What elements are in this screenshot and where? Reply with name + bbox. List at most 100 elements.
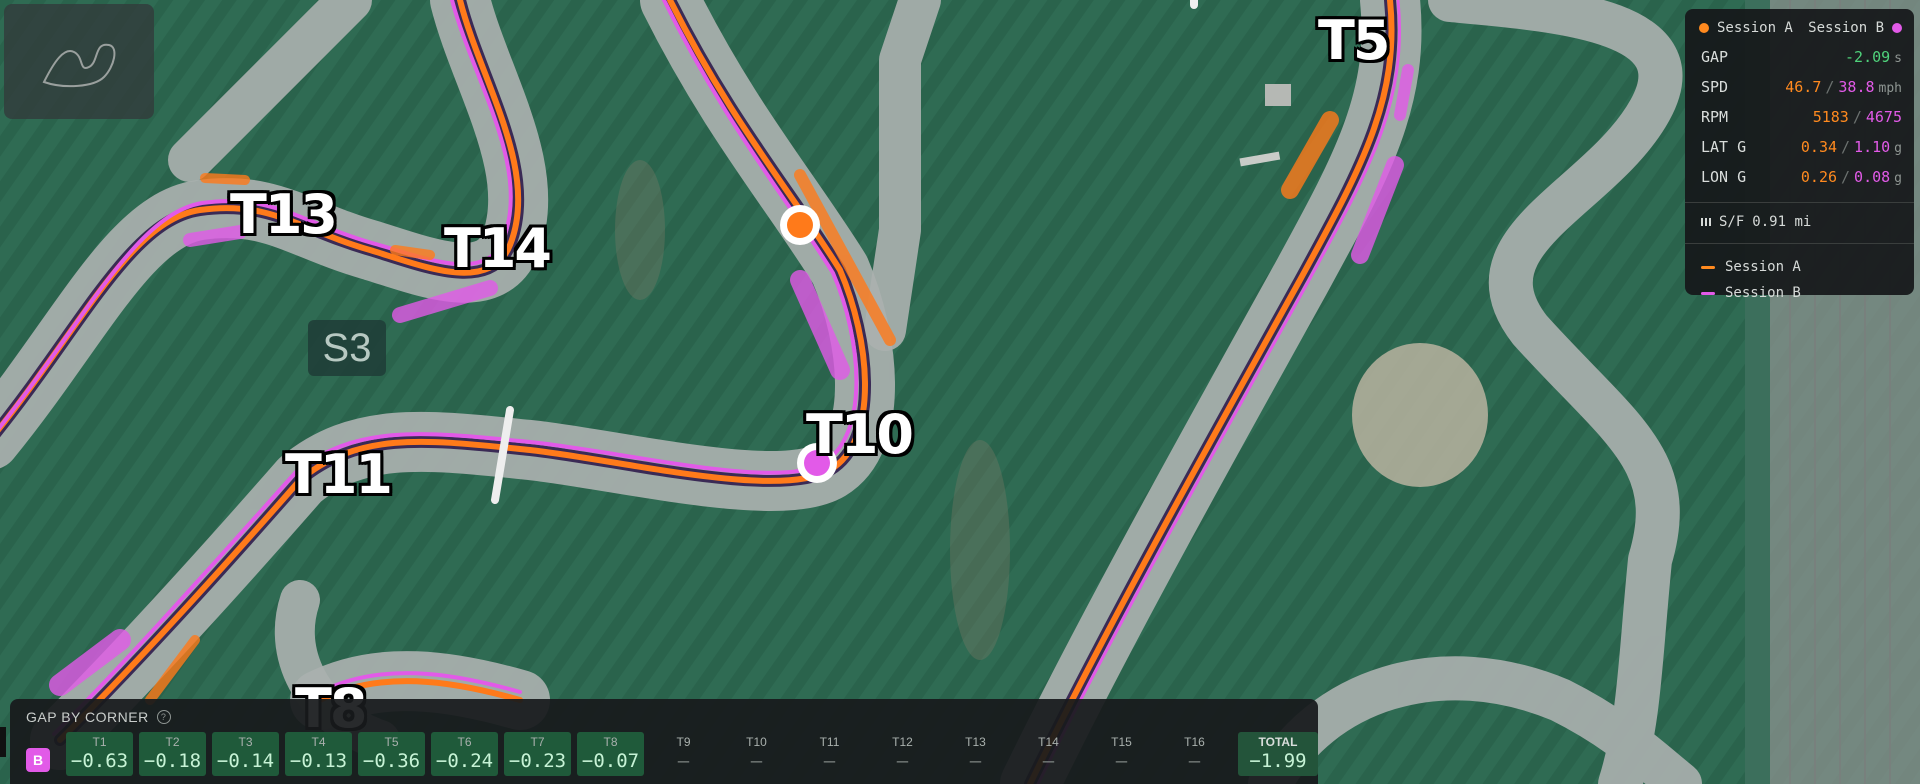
corner-cell-t7[interactable]: T7 −0.23 [504,732,571,776]
corner-gap-value: — [969,750,982,772]
telemetry-key: LON G [1701,168,1747,186]
gap-unit: s [1894,51,1902,66]
value-separator: / [1841,138,1851,156]
start-finish-marker [1190,0,1198,9]
corner-cell-t15[interactable]: T15— [1088,732,1155,776]
session-a-label: Session A [1717,20,1793,36]
corner-name: T4 [311,735,326,749]
corner-cell-t8[interactable]: T8 −0.07 [577,732,644,776]
turn-label-t10: T10 [806,403,914,466]
corner-gap-value: −0.14 [216,750,275,772]
session-b-badge[interactable]: B [26,748,50,772]
lon-g-unit: g [1894,171,1902,186]
corner-gap-value: −0.24 [435,750,494,772]
corner-name: T5 [384,735,399,749]
gap-value: -2.09 [1845,48,1891,66]
corner-name: T14 [1038,735,1059,749]
lon-g-b-value: 0.08 [1854,168,1891,186]
rpm-a-value: 5183 [1812,108,1849,126]
corner-cell-t5[interactable]: T5 −0.36 [358,732,425,776]
corner-name: T1 [92,735,107,749]
telemetry-row-lat-g: LAT G 0.34 / 1.10 g [1701,138,1902,168]
telemetry-row-gap: GAP -2.09 s [1701,48,1902,78]
sf-label: S/F [1719,214,1745,230]
corner-gap-value: — [1188,750,1201,772]
session-a-marker [780,205,820,245]
corner-cell-t10[interactable]: T10— [723,732,790,776]
corner-gap-value: — [677,750,690,772]
corner-name: T9 [676,735,691,749]
corner-name: T6 [457,735,472,749]
corner-name: T8 [603,735,618,749]
value-separator: / [1852,108,1862,126]
session-b-swatch-icon [1701,291,1715,295]
corner-cell-t2[interactable]: T2 −0.18 [139,732,206,776]
track-outline-icon [42,43,116,87]
collapsed-panel-handle[interactable] [0,727,6,757]
help-icon[interactable]: ? [156,710,171,724]
speed-b-value: 38.8 [1838,78,1875,96]
session-b-label: Session B [1808,20,1884,36]
corner-cell-t3[interactable]: T3 −0.14 [212,732,279,776]
start-finish-icon [1701,218,1711,226]
telemetry-row-speed: SPD 46.7 / 38.8 mph [1701,78,1902,108]
corner-gap-value: −0.36 [362,750,421,772]
corner-gap-value: — [1115,750,1128,772]
corner-cell-t6[interactable]: T6 −0.24 [431,732,498,776]
rpm-b-value: 4675 [1865,108,1902,126]
track-thumbnail[interactable] [4,4,154,119]
telemetry-key: RPM [1701,108,1729,126]
gap-panel-title: GAP BY CORNER [26,709,149,725]
lat-g-unit: g [1894,141,1902,156]
legend-label: Session A [1725,259,1801,275]
corner-gap-value: — [896,750,909,772]
lat-g-a-value: 0.34 [1800,138,1838,156]
legend: Session A Session B [1685,244,1914,306]
gap-by-corner-panel: GAP BY CORNER ? B T1 −0.63 T2 −0.18 T3 −0.14 T… [10,699,1318,784]
corner-name: T12 [892,735,913,749]
corner-cell-t14[interactable]: T14— [1015,732,1082,776]
corner-name: T2 [165,735,180,749]
corner-gap-value: — [1042,750,1055,772]
lon-g-a-value: 0.26 [1800,168,1838,186]
legend-item-session-b[interactable]: Session B [1701,280,1900,306]
corner-cell-t9[interactable]: T9— [650,732,717,776]
corner-name: T13 [965,735,986,749]
total-gap-value: −1.99 [1249,750,1307,772]
corner-cell-t12[interactable]: T12— [869,732,936,776]
corner-name: T3 [238,735,253,749]
corner-gap-value: −0.18 [143,750,202,772]
corner-gap-value: — [750,750,763,772]
corner-name: T16 [1184,735,1205,749]
track-map[interactable] [0,0,1920,784]
session-a-swatch-icon [1701,265,1715,269]
telemetry-key: GAP [1701,48,1729,66]
start-finish-distance: S/F 0.91 mi [1685,203,1914,239]
corner-gap-value: — [823,750,836,772]
turn-label-t11: T11 [285,443,393,506]
telemetry-panel: Session A Session B GAP -2.09 s SPD 46.7… [1685,9,1914,301]
turn-label-t5: T5 [1318,9,1390,72]
legend-item-session-a[interactable]: Session A [1701,254,1900,280]
corner-cell-total[interactable]: TOTAL −1.99 [1238,732,1318,776]
telemetry-key: LAT G [1701,138,1747,156]
corner-cell-t1[interactable]: T1 −0.63 [66,732,133,776]
corner-cell-t13[interactable]: T13— [942,732,1009,776]
corner-cell-t16[interactable]: T16— [1161,732,1228,776]
corner-gap-value: −0.07 [581,750,640,772]
corner-cell-t11[interactable]: T11— [796,732,863,776]
corner-name: T7 [530,735,545,749]
corner-gap-value: −0.23 [508,750,567,772]
value-separator: / [1841,168,1851,186]
corner-cells: T1 −0.63 T2 −0.18 T3 −0.14 T4 −0.13 T5 −0.36 T6 −0.… [66,732,1318,776]
session-b-dot-icon [1892,23,1902,33]
corner-gap-value: −0.63 [70,750,129,772]
session-a-dot-icon [1699,23,1709,33]
corner-cell-t4[interactable]: T4 −0.13 [285,732,352,776]
total-label: TOTAL [1258,735,1298,749]
telemetry-key: SPD [1701,78,1729,96]
telemetry-row-lon-g: LON G 0.26 / 0.08 g [1701,168,1902,198]
corner-name: T10 [746,735,767,749]
telemetry-row-rpm: RPM 5183 / 4675 [1701,108,1902,138]
sector-label: S3 [308,320,386,376]
